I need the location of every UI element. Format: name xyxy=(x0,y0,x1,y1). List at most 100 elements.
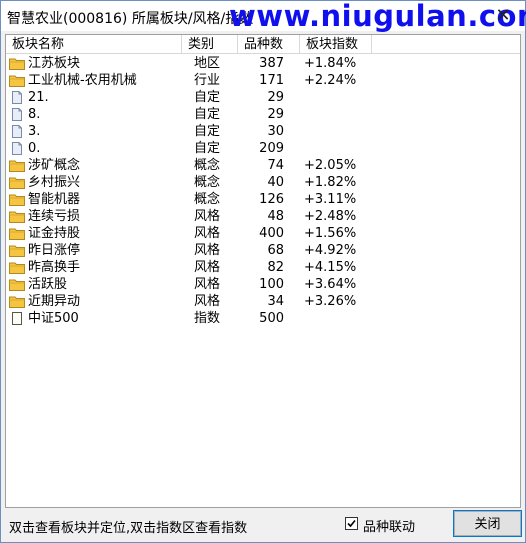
list-item[interactable]: 近期异动 风格 34 +3.26% xyxy=(6,293,520,310)
folder-icon xyxy=(9,278,25,291)
folder-icon xyxy=(9,176,25,189)
list-item[interactable]: 江苏板块 地区 387 +1.84% xyxy=(6,55,520,72)
item-index: +2.48% xyxy=(304,209,357,224)
item-count: 100 xyxy=(259,277,284,292)
folder-icon xyxy=(9,74,25,87)
list-item[interactable]: 证金持股 风格 400 +1.56% xyxy=(6,225,520,242)
column-header-type[interactable]: 类别 xyxy=(182,35,238,54)
link-checkbox[interactable] xyxy=(345,517,358,530)
folder-icon xyxy=(9,295,25,308)
item-type: 自定 xyxy=(194,141,221,156)
item-index: +1.84% xyxy=(304,56,357,71)
item-type: 指数 xyxy=(194,311,221,326)
item-count: 126 xyxy=(259,192,284,207)
sector-list[interactable]: 板块名称 类别 品种数 板块指数 江苏板块 地区 387 +1.84% 工业机械-农用机… xyxy=(5,34,521,508)
item-type: 风格 xyxy=(194,260,221,275)
column-header-index[interactable]: 板块指数 xyxy=(300,35,372,54)
folder-icon xyxy=(9,193,25,206)
list-item[interactable]: 工业机械-农用机械 行业 171 +2.24% xyxy=(6,72,520,89)
item-name: 中证500 xyxy=(28,311,79,326)
column-header-count[interactable]: 品种数 xyxy=(238,35,300,54)
item-count: 29 xyxy=(267,90,284,105)
item-index: +3.26% xyxy=(304,294,357,309)
list-header: 板块名称 类别 品种数 板块指数 xyxy=(6,35,520,54)
item-name: 8. xyxy=(28,107,41,122)
item-index: +3.11% xyxy=(304,192,357,207)
list-item[interactable]: 活跃股 风格 100 +3.64% xyxy=(6,276,520,293)
dialog-window: 智慧农业(000816) 所属板块/风格/指数 www.niugulan.com… xyxy=(0,0,526,543)
folder-icon xyxy=(9,57,25,70)
item-name: 活跃股 xyxy=(28,277,68,292)
document-icon xyxy=(9,125,25,138)
item-count: 34 xyxy=(267,294,284,309)
list-item[interactable]: 昨高换手 风格 82 +4.15% xyxy=(6,259,520,276)
item-type: 概念 xyxy=(194,175,221,190)
item-count: 387 xyxy=(259,56,284,71)
item-name: 工业机械-农用机械 xyxy=(28,73,137,88)
item-name: 21. xyxy=(28,90,49,105)
list-rows: 江苏板块 地区 387 +1.84% 工业机械-农用机械 行业 171 +2.24% 21. 自定… xyxy=(6,55,520,327)
item-index: +2.24% xyxy=(304,73,357,88)
list-item[interactable]: 0. 自定 209 xyxy=(6,140,520,157)
item-count: 171 xyxy=(259,73,284,88)
item-count: 82 xyxy=(267,260,284,275)
item-count: 400 xyxy=(259,226,284,241)
item-name: 昨日涨停 xyxy=(28,243,81,258)
list-item[interactable]: 涉矿概念 概念 74 +2.05% xyxy=(6,157,520,174)
item-type: 自定 xyxy=(194,90,221,105)
folder-icon xyxy=(9,244,25,257)
item-type: 风格 xyxy=(194,226,221,241)
item-type: 风格 xyxy=(194,277,221,292)
list-item[interactable]: 21. 自定 29 xyxy=(6,89,520,106)
close-button[interactable]: 关闭 xyxy=(453,510,522,537)
item-type: 风格 xyxy=(194,294,221,309)
document-icon xyxy=(9,142,25,155)
title-bar: 智慧农业(000816) 所属板块/风格/指数 www.niugulan.com… xyxy=(1,0,526,33)
checkmark-icon xyxy=(347,519,356,528)
document-icon xyxy=(9,108,25,121)
item-index: +4.15% xyxy=(304,260,357,275)
item-count: 500 xyxy=(259,311,284,326)
list-item[interactable]: 连续亏损 风格 48 +2.48% xyxy=(6,208,520,225)
item-index: +1.56% xyxy=(304,226,357,241)
link-checkbox-label[interactable]: 品种联动 xyxy=(363,516,415,535)
item-count: 40 xyxy=(267,175,284,190)
item-name: 证金持股 xyxy=(28,226,81,241)
item-name: 昨高换手 xyxy=(28,260,81,275)
item-index: +1.82% xyxy=(304,175,357,190)
item-type: 风格 xyxy=(194,243,221,258)
item-type: 行业 xyxy=(194,73,221,88)
list-item[interactable]: 8. 自定 29 xyxy=(6,106,520,123)
item-count: 209 xyxy=(259,141,284,156)
item-name: 乡村振兴 xyxy=(28,175,81,190)
item-type: 风格 xyxy=(194,209,221,224)
close-icon[interactable]: ✕ xyxy=(491,4,515,28)
item-name: 涉矿概念 xyxy=(28,158,81,173)
item-count: 48 xyxy=(267,209,284,224)
list-item[interactable]: 3. 自定 30 xyxy=(6,123,520,140)
folder-icon xyxy=(9,227,25,240)
item-name: 3. xyxy=(28,124,41,139)
window-title: 智慧农业(000816) 所属板块/风格/指数 xyxy=(7,11,254,27)
list-item[interactable]: 乡村振兴 概念 40 +1.82% xyxy=(6,174,520,191)
watermark: www.niugulan.com xyxy=(229,0,526,33)
folder-icon xyxy=(9,159,25,172)
item-count: 68 xyxy=(267,243,284,258)
list-item[interactable]: 昨日涨停 风格 68 +4.92% xyxy=(6,242,520,259)
document-icon xyxy=(9,91,25,104)
item-type: 自定 xyxy=(194,107,221,122)
item-index: +4.92% xyxy=(304,243,357,258)
folder-icon xyxy=(9,210,25,223)
item-name: 近期异动 xyxy=(28,294,81,309)
item-name: 智能机器 xyxy=(28,192,81,207)
status-bar: 双击查看板块并定位,双击指数区查看指数 品种联动 关闭 xyxy=(1,510,525,542)
item-type: 概念 xyxy=(194,192,221,207)
item-index: +2.05% xyxy=(304,158,357,173)
item-type: 自定 xyxy=(194,124,221,139)
list-item[interactable]: 智能机器 概念 126 +3.11% xyxy=(6,191,520,208)
column-header-name[interactable]: 板块名称 xyxy=(6,35,182,54)
item-count: 30 xyxy=(267,124,284,139)
list-item[interactable]: 中证500 指数 500 xyxy=(6,310,520,327)
item-name: 连续亏损 xyxy=(28,209,81,224)
item-count: 74 xyxy=(267,158,284,173)
